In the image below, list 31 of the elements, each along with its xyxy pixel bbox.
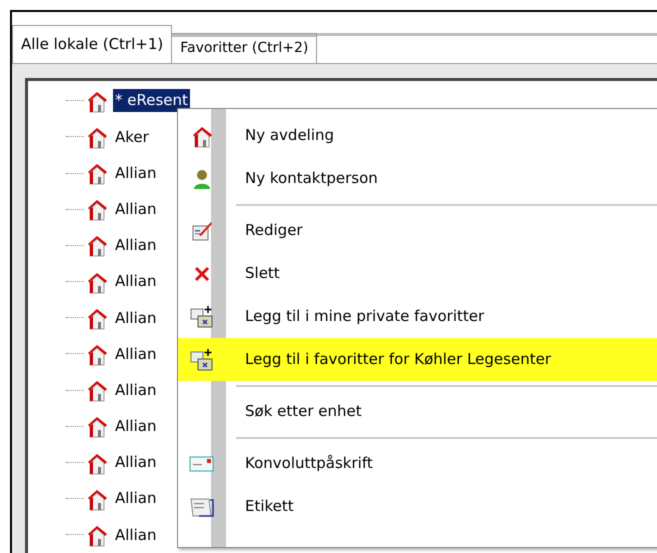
tree-item[interactable]: Allian [113, 342, 158, 366]
tab[interactable]: Favoritter (Ctrl+2) [172, 32, 318, 63]
envelope-icon [189, 454, 215, 472]
edit-icon [191, 220, 213, 242]
label-icon [189, 496, 215, 518]
menu-item[interactable]: Slett [178, 252, 657, 295]
tab[interactable]: Alle lokale (Ctrl+1) [12, 24, 172, 63]
tree-item[interactable]: Allian [113, 162, 158, 184]
tree-item[interactable]: * eResent [113, 89, 190, 112]
menu-item[interactable]: Konvoluttpåskrift [178, 442, 657, 485]
add-cards-icon [189, 304, 215, 330]
tree-item[interactable]: Allian [113, 306, 158, 330]
tree-item[interactable]: Aker [113, 126, 151, 148]
tree-item[interactable]: Allian [113, 415, 158, 438]
menu-item[interactable]: Etikett [178, 485, 657, 528]
menu-item[interactable]: Ny avdeling [178, 114, 657, 157]
delete-icon [194, 266, 210, 282]
menu-item[interactable]: Legg til i favoritter for Køhler Legesenter [178, 338, 657, 381]
tree-item[interactable]: Allian [113, 198, 158, 220]
tree-item[interactable]: Allian [113, 451, 158, 474]
tree-item[interactable]: Allian [113, 524, 158, 546]
menu-item[interactable]: Ny kontaktperson [178, 157, 657, 200]
tree-item[interactable]: Allian [113, 270, 158, 293]
tree-item[interactable]: Allian [113, 378, 158, 402]
add-cards-icon [189, 346, 215, 372]
menu-item[interactable]: Rediger [178, 209, 657, 252]
tree-item[interactable]: Allian [113, 234, 158, 257]
menu-item[interactable]: Søk etter enhet [178, 390, 657, 433]
person-icon [192, 168, 212, 190]
menu-item[interactable]: Legg til i mine private favoritter [178, 295, 657, 338]
tree-item[interactable]: Allian [113, 487, 158, 510]
